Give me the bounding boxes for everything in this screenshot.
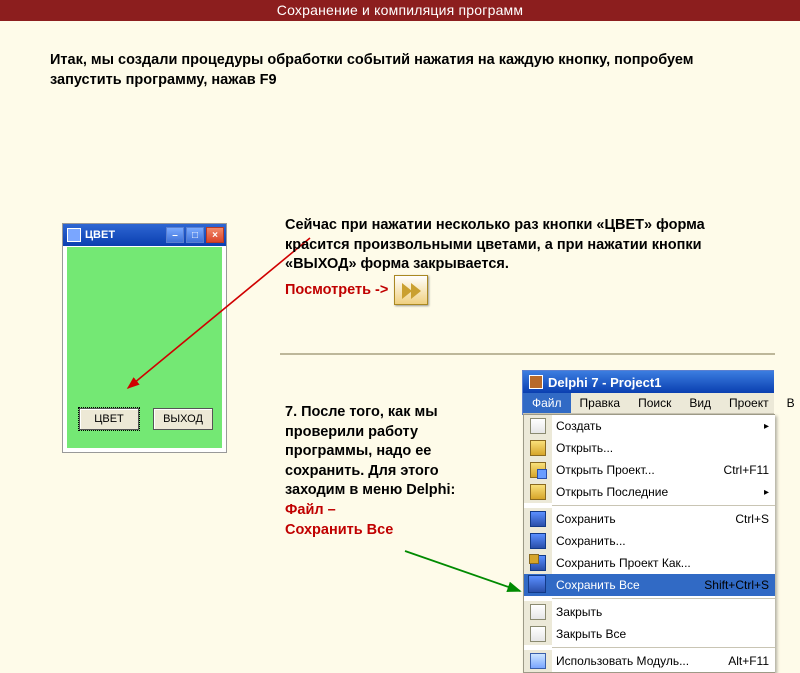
menu-icon-strip	[524, 459, 552, 481]
menubar-item-вид[interactable]: Вид	[680, 393, 720, 413]
menu-icon-strip	[524, 530, 552, 552]
menu-icon-strip	[524, 437, 552, 459]
look-link[interactable]: Посмотреть ->	[285, 281, 388, 301]
submenu-arrow-icon: ▸	[764, 487, 769, 498]
menu-item-label: Открыть Проект...	[556, 463, 724, 477]
delphi-titlebar: Delphi 7 - Project1	[523, 371, 774, 393]
form-titlebar: ЦВЕТ – □ ×	[63, 224, 226, 246]
ic-new-icon	[530, 418, 546, 434]
divider	[280, 353, 775, 355]
menu-icon-strip	[524, 574, 552, 596]
menu-item-shortcut: Alt+F11	[728, 654, 769, 668]
submenu-arrow-icon: ▸	[764, 421, 769, 432]
menu-item-создать[interactable]: Создать▸	[524, 415, 775, 437]
ic-saveall-icon	[530, 577, 546, 593]
menu-path-1: Файл –	[285, 502, 336, 518]
menu-item-открыть-последние[interactable]: Открыть Последние▸	[524, 481, 775, 503]
menu-item-label: Закрыть	[556, 605, 769, 619]
play-icon[interactable]	[394, 275, 428, 305]
menu-item-label: Закрыть Все	[556, 627, 769, 641]
delphi-window: Delphi 7 - Project1 ФайлПравкаПоискВидПр…	[522, 370, 774, 415]
menu-icon-strip	[524, 481, 552, 503]
form-title: ЦВЕТ	[85, 229, 115, 241]
menu-separator	[552, 647, 775, 648]
description-1: Сейчас при нажатии несколько раз кнопки …	[285, 216, 750, 305]
ic-close-icon	[530, 604, 546, 620]
close-button[interactable]: ×	[206, 227, 224, 243]
menu-item-shortcut: Shift+Ctrl+S	[704, 578, 769, 592]
menu-separator	[552, 505, 775, 506]
maximize-button[interactable]: □	[186, 227, 204, 243]
menubar-item-поиск[interactable]: Поиск	[629, 393, 680, 413]
menubar-item-в[interactable]: В	[778, 393, 800, 413]
form-client-area: ЦВЕТ ВЫХОД	[66, 246, 223, 449]
menu-item-закрыть-все[interactable]: Закрыть Все	[524, 623, 775, 645]
slide-title: Сохранение и компиляция программ	[0, 0, 800, 21]
menu-item-label: Использовать Модуль...	[556, 654, 728, 668]
menu-separator	[552, 598, 775, 599]
menu-icon-strip	[524, 508, 552, 530]
menu-icon-strip	[524, 601, 552, 623]
menu-item-использовать-модуль-[interactable]: Использовать Модуль...Alt+F11	[524, 650, 775, 672]
menu-item-label: Сохранить Все	[556, 578, 704, 592]
menu-item-label: Сохранить Проект Как...	[556, 556, 769, 570]
ic-save-icon	[530, 511, 546, 527]
intro-text: Итак, мы создали процедуры обработки соб…	[0, 21, 800, 98]
minimize-button[interactable]: –	[166, 227, 184, 243]
description-2-text: 7. После того, как мы проверили работу п…	[285, 404, 455, 498]
ic-saveas-icon	[530, 533, 546, 549]
menu-item-label: Сохранить...	[556, 534, 769, 548]
menu-item-label: Создать	[556, 419, 764, 433]
menu-icon-strip	[524, 552, 552, 574]
menu-item-сохранить-все[interactable]: Сохранить ВсеShift+Ctrl+S	[524, 574, 775, 596]
menu-icon-strip	[524, 415, 552, 437]
menu-item-открыть-проект-[interactable]: Открыть Проект...Ctrl+F11	[524, 459, 775, 481]
color-button[interactable]: ЦВЕТ	[79, 408, 139, 430]
description-2: 7. После того, как мы проверили работу п…	[285, 403, 495, 540]
menu-item-сохранить-[interactable]: Сохранить...	[524, 530, 775, 552]
ic-saveproj-icon	[530, 555, 546, 571]
menubar-item-правка[interactable]: Правка	[571, 393, 630, 413]
sample-form-window: ЦВЕТ – □ × ЦВЕТ ВЫХОД	[62, 223, 227, 453]
ic-open-icon	[530, 440, 546, 456]
menu-item-shortcut: Ctrl+F11	[724, 463, 769, 477]
green-arrow-icon	[400, 546, 540, 606]
delphi-menubar: ФайлПравкаПоискВидПроектВ	[523, 393, 774, 414]
menu-item-label: Открыть Последние	[556, 485, 764, 499]
menu-item-label: Открыть...	[556, 441, 769, 455]
ic-closeall-icon	[530, 626, 546, 642]
ic-usemod-icon	[530, 653, 546, 669]
menu-icon-strip	[524, 650, 552, 672]
menu-item-закрыть[interactable]: Закрыть	[524, 601, 775, 623]
form-app-icon	[67, 228, 81, 242]
menubar-item-файл[interactable]: Файл	[523, 393, 571, 413]
delphi-app-icon	[529, 375, 543, 389]
exit-button[interactable]: ВЫХОД	[153, 408, 213, 430]
menu-item-shortcut: Ctrl+S	[735, 512, 769, 526]
delphi-file-menu: Создать▸Открыть...Открыть Проект...Ctrl+…	[523, 414, 775, 673]
ic-recent-icon	[530, 484, 546, 500]
menu-item-открыть-[interactable]: Открыть...	[524, 437, 775, 459]
delphi-title: Delphi 7 - Project1	[548, 375, 661, 390]
menu-item-сохранить-проект-как-[interactable]: Сохранить Проект Как...	[524, 552, 775, 574]
ic-openproj-icon	[530, 462, 546, 478]
menu-item-label: Сохранить	[556, 512, 735, 526]
menu-path-2: Сохранить Все	[285, 522, 393, 538]
menu-item-сохранить[interactable]: СохранитьCtrl+S	[524, 508, 775, 530]
menu-icon-strip	[524, 623, 552, 645]
description-1-text: Сейчас при нажатии несколько раз кнопки …	[285, 217, 705, 272]
menubar-item-проект[interactable]: Проект	[720, 393, 778, 413]
